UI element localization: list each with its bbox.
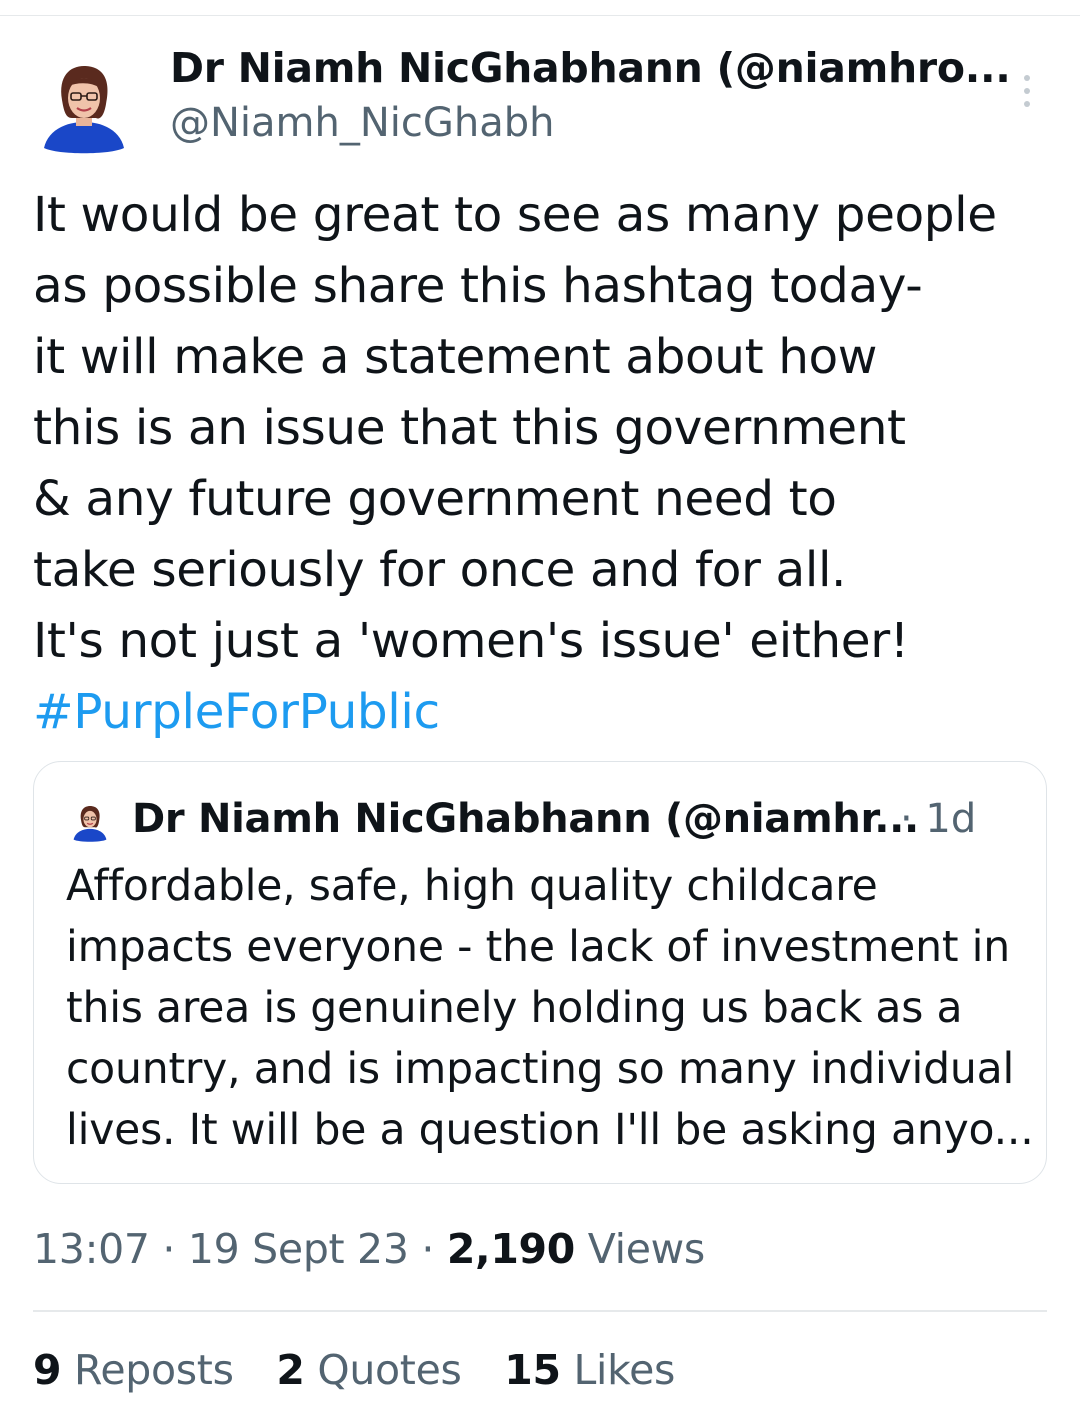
quoted-tweet-card[interactable]: Dr Niamh NicGhabhann (@niamhr... · 1d Af… xyxy=(33,761,1047,1184)
vertical-ellipsis-icon[interactable] xyxy=(1014,72,1040,112)
reposts-count: 9 xyxy=(33,1346,62,1394)
views-label: Views xyxy=(587,1225,705,1273)
tweet-text-line: this is an issue that this government xyxy=(33,400,906,456)
quoted-tweet-text: Affordable, safe, high quality childcare… xyxy=(66,856,1034,1161)
tweet-text-line: it will make a statement about how xyxy=(33,329,878,385)
tweet-meta: 13:07 · 19 Sept 23 · 2,190 Views xyxy=(33,1225,705,1273)
quoted-author-avatar xyxy=(73,806,107,842)
tweet-text-line: & any future government need to xyxy=(33,471,837,527)
author-avatar[interactable] xyxy=(40,60,128,155)
reposts-label: Reposts xyxy=(73,1346,234,1394)
top-divider xyxy=(0,15,1080,16)
tweet-text-line: It's not just a 'women's issue' either! xyxy=(33,613,909,669)
author-name[interactable]: Dr Niamh NicGhabhann (@niamhro... xyxy=(170,44,1011,92)
tweet-text-line: as possible share this hashtag today- xyxy=(33,258,923,314)
quoted-text-line: this area is genuinely holding us back a… xyxy=(66,984,963,1033)
meta-separator: · xyxy=(421,1225,435,1273)
quoted-timestamp: · 1d xyxy=(900,796,977,842)
tweet-date[interactable]: 19 Sept 23 xyxy=(188,1225,409,1273)
likes-label: Likes xyxy=(573,1346,676,1394)
likes-count: 15 xyxy=(504,1346,561,1394)
hashtag-link[interactable]: #PurpleForPublic xyxy=(33,684,440,740)
tweet-time[interactable]: 13:07 xyxy=(33,1225,150,1273)
tweet-text: It would be great to see as many people … xyxy=(33,180,1053,748)
quoted-text-line: Affordable, safe, high quality childcare xyxy=(66,862,878,911)
meta-separator: · xyxy=(162,1225,176,1273)
reposts-stat[interactable]: 9 Reposts xyxy=(33,1346,234,1394)
author-handle[interactable]: @Niamh_NicGhabh xyxy=(170,100,555,146)
tweet-text-line: It would be great to see as many people xyxy=(33,187,997,243)
quoted-text-line: lives. It will be a question I'll be ask… xyxy=(66,1106,1034,1155)
quotes-stat[interactable]: 2 Quotes xyxy=(276,1346,461,1394)
engagement-stats: 9 Reposts 2 Quotes 15 Likes xyxy=(33,1346,705,1394)
quotes-count: 2 xyxy=(276,1346,305,1394)
tweet-text-line: take seriously for once and for all. xyxy=(33,542,847,598)
quotes-label: Quotes xyxy=(317,1346,462,1394)
quoted-text-line: country, and is impacting so many indivi… xyxy=(66,1045,1015,1094)
stats-divider xyxy=(33,1310,1047,1312)
views-count: 2,190 xyxy=(446,1225,576,1273)
quoted-author-name: Dr Niamh NicGhabhann (@niamhr... xyxy=(132,796,919,842)
likes-stat[interactable]: 15 Likes xyxy=(504,1346,675,1394)
quoted-text-line: impacts everyone - the lack of investmen… xyxy=(66,923,1010,972)
